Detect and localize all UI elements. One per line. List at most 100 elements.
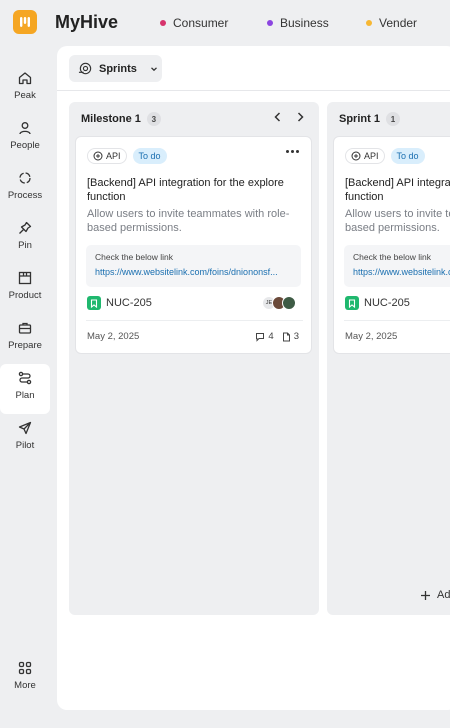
workspace-label: Business [280, 16, 329, 30]
sidebar-item-people[interactable]: People [0, 114, 50, 164]
column-header: Milestone 1 3 [81, 112, 161, 126]
sprint-icon [78, 62, 92, 75]
board-column-sprint-1: Sprint 1 1 API To do [Backend] API integ… [327, 102, 450, 615]
home-icon [18, 72, 32, 85]
chevron-down-icon [150, 66, 157, 71]
card-description: Allow users to invite teammates with rol… [345, 208, 450, 234]
status-badge: To do [390, 148, 425, 164]
sidebar-item-label: Peak [14, 90, 36, 101]
business-dot-icon [267, 20, 273, 26]
card-meta: 4 3 [255, 331, 299, 342]
task-card[interactable]: API To do [Backend] API integration for … [333, 136, 450, 354]
workspace-business[interactable]: Business [267, 16, 329, 30]
plus-icon [421, 590, 430, 600]
column-title: Milestone 1 [81, 113, 141, 125]
sidebar-item-peak[interactable]: Peak [0, 64, 50, 114]
vender-dot-icon [366, 20, 372, 26]
card-tags: API To do [345, 148, 425, 164]
api-icon [351, 151, 361, 161]
sprints-dropdown[interactable]: Sprints [69, 55, 162, 82]
briefcase-icon [18, 322, 32, 334]
app-logo[interactable] [13, 10, 37, 34]
workspace-label: Vender [379, 16, 418, 30]
route-icon [18, 371, 32, 385]
api-tag: API [87, 148, 127, 164]
app-title: MyHive [55, 12, 119, 32]
card-link[interactable]: https://www.websitelink.com/foins/dniono… [353, 267, 450, 277]
bookmark-icon [345, 296, 359, 310]
workspace-vender[interactable]: Vender [366, 16, 417, 30]
sprints-label: Sprints [99, 62, 137, 75]
sidebar-item-label: Process [7, 190, 43, 201]
toolbar-divider [57, 90, 450, 91]
card-date: May 2, 2025 [345, 331, 398, 342]
card-link-box: Check the below link https://www.website… [86, 245, 301, 287]
send-icon [18, 421, 32, 435]
card-description: Allow users to invite teammates with rol… [87, 208, 290, 234]
assignee-avatars[interactable]: JE [262, 296, 296, 310]
status-badge: To do [132, 148, 167, 164]
card-date: May 2, 2025 [87, 331, 140, 342]
api-tag: API [345, 148, 385, 164]
comments-count: 4 [255, 331, 274, 342]
chevron-right-icon[interactable] [295, 111, 305, 123]
bookmark-icon [87, 296, 101, 310]
consumer-dot-icon [160, 20, 166, 26]
api-tag-label: API [364, 151, 379, 161]
sidebar-item-label: Pin [18, 240, 32, 251]
column-title: Sprint 1 [339, 113, 380, 125]
process-cycle-icon [19, 172, 31, 184]
card-tags: API To do [87, 148, 167, 164]
column-nav [273, 111, 305, 123]
api-tag-label: API [106, 151, 121, 161]
column-count-badge: 1 [385, 112, 400, 126]
ticket-label: NUC-205 [364, 297, 410, 309]
add-card-label: Add [437, 589, 450, 601]
card-link[interactable]: https://www.websitelink.com/foins/dniono… [95, 267, 292, 277]
chevron-left-icon[interactable] [273, 111, 283, 123]
main-panel: Sprints Milestone 1 3 API To do [Backend… [57, 46, 450, 710]
sidebar-item-label: Plan [15, 390, 35, 401]
sidebar-item-pin[interactable]: Pin [0, 214, 50, 264]
ticket-label: NUC-205 [106, 297, 152, 309]
ticket-id: NUC-205 [345, 296, 410, 310]
box-icon [18, 271, 32, 285]
hive-logo-icon [20, 17, 30, 27]
card-divider [86, 320, 303, 321]
sidebar-item-label: Prepare [8, 340, 42, 351]
link-label: Check the below link [353, 252, 431, 262]
sidebar-item-plan[interactable]: Plan [0, 364, 50, 414]
comment-icon [256, 332, 265, 342]
sidebar-item-label: Product [8, 290, 42, 301]
board-column-milestone-1: Milestone 1 3 API To do [Backend] API in… [69, 102, 319, 615]
add-card-button[interactable]: Add [420, 589, 450, 601]
sidebar-item-prepare[interactable]: Prepare [0, 314, 50, 364]
task-card[interactable]: API To do [Backend] API integration for … [75, 136, 312, 354]
card-link-box: Check the below link https://www.website… [344, 245, 450, 287]
column-header: Sprint 1 1 [339, 112, 400, 126]
pin-icon [19, 221, 32, 234]
card-title: [Backend] API integration for the explor… [87, 177, 284, 203]
link-label: Check the below link [95, 252, 173, 262]
sidebar-item-label: More [14, 680, 36, 691]
api-icon [93, 151, 103, 161]
top-bar: MyHive Consumer Business Vender [0, 0, 450, 46]
card-title: [Backend] API integration for the explor… [345, 177, 450, 203]
grid-icon [18, 661, 32, 675]
attachments-count: 3 [282, 331, 299, 342]
sidebar-item-product[interactable]: Product [0, 264, 50, 314]
sidebar: Peak People Process Pin Product Prepare … [0, 50, 52, 728]
sidebar-item-label: Pilot [15, 440, 35, 451]
workspace-consumer[interactable]: Consumer [160, 16, 228, 30]
sidebar-item-pilot[interactable]: Pilot [0, 414, 50, 464]
file-icon [282, 332, 290, 341]
ticket-id: NUC-205 [87, 296, 152, 310]
more-options-icon[interactable] [286, 150, 299, 153]
sidebar-item-process[interactable]: Process [0, 164, 50, 214]
sidebar-item-label: People [10, 140, 40, 151]
card-divider [344, 320, 450, 321]
sidebar-item-more[interactable]: More [0, 654, 50, 704]
user-icon [19, 122, 31, 135]
workspace-label: Consumer [173, 16, 229, 30]
column-count-badge: 3 [146, 112, 161, 126]
